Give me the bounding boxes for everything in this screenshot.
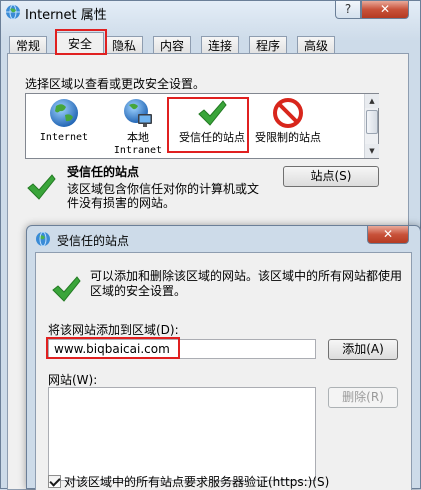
require-https-checkbox[interactable] — [48, 475, 61, 488]
require-https-checkbox-row[interactable]: 对该区域中的所有站点要求服务器验证(https:)(S) — [48, 473, 329, 490]
zone-restricted-sites[interactable]: 受限制的站点 — [252, 94, 324, 160]
globe-icon — [48, 97, 80, 129]
trusted-check-icon — [50, 273, 82, 305]
window-title: Internet 属性 — [25, 8, 107, 23]
dialog-close-button[interactable]: ✕ — [367, 226, 409, 244]
zone-list[interactable]: Internet 本地 Intranet 受信任的站点 受限制的站点 — [25, 93, 379, 159]
tab-advanced[interactable]: 高级 — [297, 36, 336, 54]
window-titlebar: Internet 属性 ? ✕ — [1, 1, 421, 25]
zone-trusted-sites-label: 受信任的站点 — [179, 131, 245, 144]
tab-security[interactable]: 安全 — [56, 32, 104, 54]
restricted-icon — [272, 97, 304, 129]
intranet-globe-icon — [122, 97, 154, 129]
zone-intranet-label-line1: 本地 — [127, 131, 149, 144]
zone-prompt: 选择区域以查看或更改安全设置。 — [25, 77, 206, 91]
dialog-ie-icon — [35, 231, 51, 247]
help-button[interactable]: ? — [335, 1, 361, 19]
zone-internet-label: Internet — [39, 132, 89, 143]
zone-intranet-label-line2: Intranet — [113, 145, 163, 156]
websites-label: 网站(W): — [48, 373, 98, 387]
selected-zone-name: 受信任的站点 — [67, 165, 140, 179]
scroll-thumb[interactable] — [366, 110, 378, 134]
zone-trusted-sites[interactable]: 受信任的站点 — [176, 94, 248, 160]
require-https-label: 对该区域中的所有站点要求服务器验证(https:)(S) — [64, 475, 330, 489]
tab-content[interactable]: 内容 — [153, 36, 192, 54]
dialog-title: 受信任的站点 — [57, 234, 130, 248]
zone-internet[interactable]: Internet — [28, 94, 100, 160]
websites-list[interactable] — [48, 387, 316, 481]
zone-restricted-sites-label: 受限制的站点 — [255, 131, 321, 144]
add-site-label: 将该网站添加到区域(D): — [48, 323, 179, 337]
dialog-info-text: 可以添加和删除该区域的网站。该区域中的所有网站都使用区域的安全设置。 — [90, 269, 403, 298]
zone-local-intranet-label: 本地 Intranet — [102, 132, 174, 157]
selected-zone-description: 该区域包含你信任对你的计算机或文件没有损害的网站。 — [67, 182, 260, 210]
tab-privacy[interactable]: 隐私 — [105, 36, 144, 54]
scroll-up-arrow-icon[interactable]: ▲ — [365, 94, 379, 108]
trusted-zone-check-icon — [25, 171, 57, 203]
green-check-icon — [196, 97, 228, 129]
tab-connections[interactable]: 连接 — [201, 36, 240, 54]
trusted-sites-dialog: 受信任的站点 ✕ 可以添加和删除该区域的网站。该区域中的所有网站都使用区域的安全… — [26, 225, 421, 490]
add-site-input[interactable] — [48, 339, 316, 359]
scroll-down-arrow-icon[interactable]: ▼ — [365, 144, 379, 158]
add-button[interactable]: 添加(A) — [328, 339, 398, 360]
sites-button[interactable]: 站点(S) — [283, 166, 379, 187]
ie-globe-icon — [5, 4, 21, 20]
zone-local-intranet[interactable]: 本地 Intranet — [102, 94, 174, 160]
remove-button[interactable]: 删除(R) — [328, 387, 398, 408]
zone-list-scrollbar[interactable]: ▲ ▼ — [364, 94, 379, 158]
tab-programs[interactable]: 程序 — [249, 36, 288, 54]
close-button[interactable]: ✕ — [361, 1, 409, 19]
tab-general[interactable]: 常规 — [9, 36, 48, 54]
dialog-body: 可以添加和删除该区域的网站。该区域中的所有网站都使用区域的安全设置。 将该网站添… — [35, 252, 412, 490]
